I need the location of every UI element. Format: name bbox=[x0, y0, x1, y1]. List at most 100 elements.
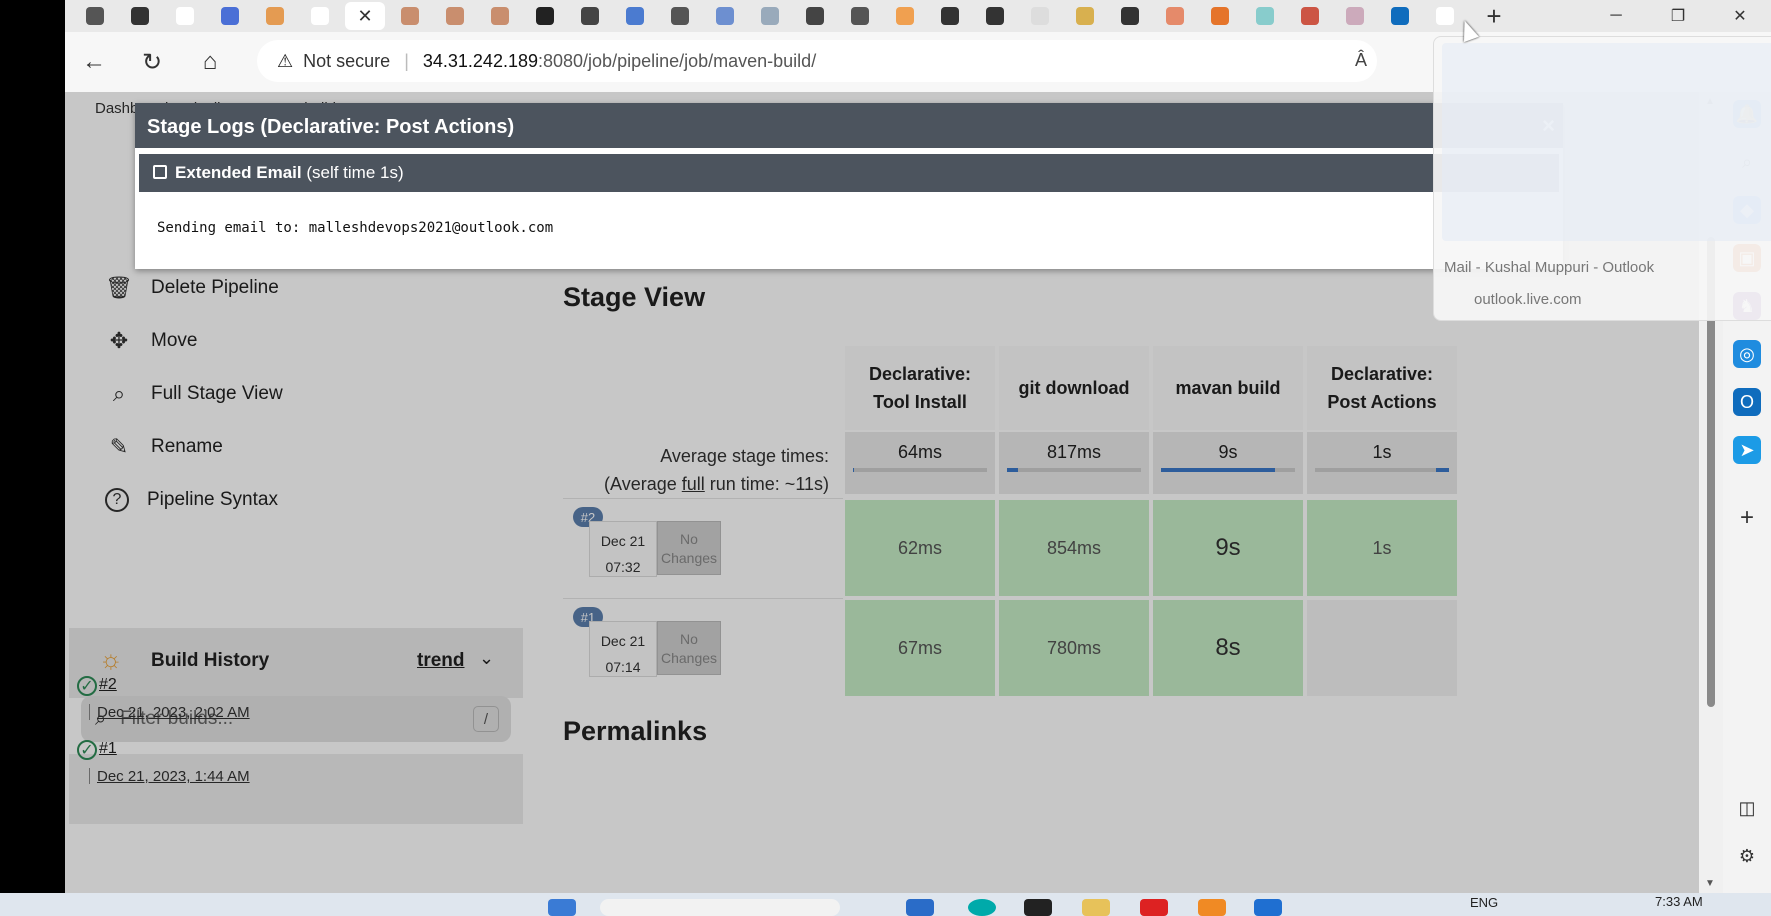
close-window-button[interactable]: ✕ bbox=[1709, 0, 1771, 32]
browser-tab[interactable] bbox=[390, 2, 430, 30]
sidebar-item-rename[interactable]: ✎ Rename bbox=[105, 429, 223, 465]
browser-tab[interactable] bbox=[210, 2, 250, 30]
browser-tab[interactable] bbox=[300, 2, 340, 30]
stage-cell[interactable]: 62ms bbox=[845, 500, 995, 596]
run-date-time: 07:32 bbox=[605, 559, 641, 575]
scroll-down-arrow-icon[interactable]: ▼ bbox=[1705, 878, 1715, 889]
sidebar-item-pipeline-syntax[interactable]: ? Pipeline Syntax bbox=[105, 482, 278, 518]
sidebar-item-label: Delete Pipeline bbox=[151, 277, 279, 298]
gear-icon[interactable]: ⚙ bbox=[1733, 842, 1761, 870]
chrome-icon[interactable] bbox=[968, 899, 996, 916]
opera-icon[interactable] bbox=[1140, 899, 1168, 916]
sidebar-item-delete-pipeline[interactable]: 🗑 Delete Pipeline bbox=[105, 270, 279, 306]
browser-tab[interactable] bbox=[120, 2, 160, 30]
browser-tab[interactable] bbox=[480, 2, 520, 30]
read-aloud-icon[interactable]: Â bbox=[1355, 50, 1367, 71]
not-secure-label[interactable]: Not secure bbox=[303, 51, 390, 72]
browser-tab[interactable] bbox=[525, 2, 565, 30]
browser-tab[interactable] bbox=[1110, 2, 1150, 30]
browser-tab[interactable] bbox=[750, 2, 790, 30]
collapse-icon[interactable] bbox=[153, 165, 167, 179]
stage-cell[interactable]: 67ms bbox=[845, 600, 995, 696]
run-changes[interactable]: No Changes bbox=[657, 621, 721, 675]
close-tab-icon[interactable]: ✕ bbox=[357, 6, 372, 27]
start-icon[interactable] bbox=[548, 899, 576, 916]
clock[interactable]: 7:33 AM bbox=[1655, 894, 1703, 909]
browser-tab[interactable] bbox=[1200, 2, 1240, 30]
average-progress-fill bbox=[1436, 468, 1449, 472]
taskbar-search[interactable] bbox=[600, 899, 840, 916]
vscode-icon[interactable] bbox=[1254, 899, 1282, 916]
sidebar-toggle-icon[interactable]: ◫ bbox=[1733, 794, 1761, 822]
stage-cell[interactable]: 9s bbox=[1153, 500, 1303, 596]
build-date-2[interactable]: Dec 21, 2023, 2:02 AM bbox=[97, 704, 250, 721]
log-step-header[interactable]: Extended Email (self time 1s) bbox=[139, 154, 1559, 192]
sidebar-item-move[interactable]: ✥ Move bbox=[105, 323, 198, 359]
minimize-button[interactable]: ─ bbox=[1585, 0, 1647, 32]
warning-triangle-icon[interactable]: ⚠ bbox=[277, 51, 293, 72]
build-link-1[interactable]: #1 bbox=[99, 740, 117, 758]
browser-tab[interactable] bbox=[615, 2, 655, 30]
tab-favicon-icon bbox=[851, 7, 869, 25]
edge-icon[interactable] bbox=[906, 899, 934, 916]
stage-cell[interactable]: 1s bbox=[1307, 500, 1457, 596]
browser-tab[interactable] bbox=[930, 2, 970, 30]
browser-tab[interactable] bbox=[840, 2, 880, 30]
browser-tab[interactable] bbox=[1335, 2, 1375, 30]
url-field[interactable]: ⚠ Not secure | 34.31.242.189 :8080/job/p… bbox=[257, 40, 1377, 82]
language-indicator[interactable]: ENG bbox=[1470, 895, 1498, 910]
active-tab[interactable]: ✕ bbox=[345, 2, 385, 30]
refresh-button[interactable]: ↻ bbox=[123, 42, 181, 82]
browser-tab[interactable] bbox=[1155, 2, 1195, 30]
browser-tab[interactable] bbox=[975, 2, 1015, 30]
add-icon[interactable]: + bbox=[1733, 504, 1761, 532]
stage-cell[interactable]: 8s bbox=[1153, 600, 1303, 696]
restore-button[interactable]: ❐ bbox=[1647, 0, 1709, 32]
full-run-link[interactable]: full bbox=[682, 474, 705, 494]
browser-tab[interactable] bbox=[1380, 2, 1420, 30]
browser-tab[interactable] bbox=[165, 2, 205, 30]
stage-cell-empty[interactable] bbox=[1307, 600, 1457, 696]
tab-favicon-icon bbox=[941, 7, 959, 25]
home-button[interactable]: ⌂ bbox=[181, 42, 239, 82]
average-progress-fill bbox=[1007, 468, 1018, 472]
browser-tab[interactable] bbox=[1065, 2, 1105, 30]
terminal-icon[interactable] bbox=[1024, 899, 1052, 916]
build-link-2[interactable]: #2 bbox=[99, 676, 117, 694]
browser-tab[interactable] bbox=[435, 2, 475, 30]
browser-tab[interactable] bbox=[1020, 2, 1060, 30]
step-name: Extended Email bbox=[175, 163, 302, 182]
browser-tab[interactable] bbox=[1290, 2, 1330, 30]
stage-cell[interactable]: 780ms bbox=[999, 600, 1149, 696]
tab-favicon-icon bbox=[131, 7, 149, 25]
browser-tab[interactable] bbox=[255, 2, 295, 30]
browser-tab[interactable] bbox=[1245, 2, 1285, 30]
build-date-1[interactable]: Dec 21, 2023, 1:44 AM bbox=[97, 768, 250, 785]
sidebar-item-full-stage-view[interactable]: ⌕ Full Stage View bbox=[105, 376, 283, 412]
build-divider bbox=[89, 704, 90, 720]
outlook-icon[interactable]: O bbox=[1733, 388, 1761, 416]
browser-tab[interactable] bbox=[705, 2, 745, 30]
browser-tab[interactable] bbox=[75, 2, 115, 30]
folder-icon[interactable] bbox=[1082, 899, 1110, 916]
browser-tab[interactable] bbox=[660, 2, 700, 30]
browser-tab[interactable] bbox=[795, 2, 835, 30]
tab-bar: ✕ + bbox=[65, 0, 1771, 32]
stage-name-line1: Declarative: bbox=[1330, 364, 1434, 384]
back-button[interactable]: ← bbox=[65, 42, 123, 82]
microsoft-365-icon[interactable]: ◎ bbox=[1733, 340, 1761, 368]
chevron-down-icon[interactable]: ⌄ bbox=[479, 648, 494, 669]
trend-link[interactable]: trend bbox=[417, 650, 465, 672]
browser-tab[interactable] bbox=[570, 2, 610, 30]
tab-favicon-icon bbox=[446, 7, 464, 25]
stage-name-line1: Declarative: bbox=[868, 364, 972, 384]
stage-cell[interactable]: 854ms bbox=[999, 500, 1149, 596]
run-changes[interactable]: No Changes bbox=[657, 521, 721, 575]
browser-tab[interactable] bbox=[885, 2, 925, 30]
send-icon[interactable]: ➤ bbox=[1733, 436, 1761, 464]
app-icon[interactable] bbox=[1198, 899, 1226, 916]
run-date: Dec 21 07:14 bbox=[589, 621, 657, 677]
new-tab-button[interactable]: + bbox=[1476, 1, 1512, 31]
stage-average-time: 817ms bbox=[999, 432, 1149, 494]
tab-favicon-icon bbox=[626, 7, 644, 25]
